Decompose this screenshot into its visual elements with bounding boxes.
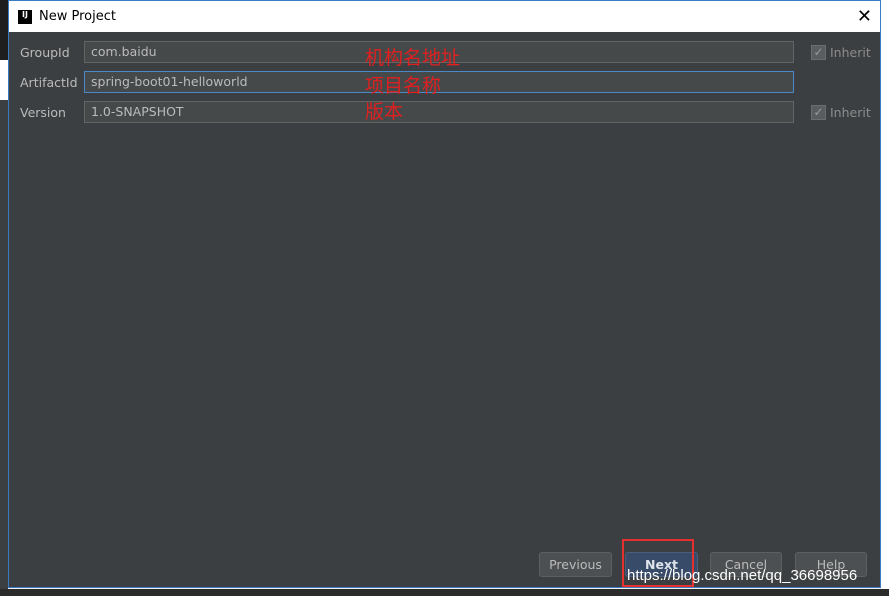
- group-id-inherit-label: Inherit: [830, 44, 871, 60]
- background-bottom: [0, 589, 889, 596]
- background-window: [0, 0, 8, 596]
- group-id-inherit-checkbox[interactable]: ✓: [811, 44, 826, 60]
- version-inherit-checkbox[interactable]: ✓: [811, 104, 826, 120]
- new-project-dialog: IJ New Project ✕ GroupId com.baidu ✓ Inh…: [8, 0, 881, 588]
- version-label: Version: [20, 104, 66, 120]
- intellij-logo-icon: IJ: [18, 9, 32, 24]
- artifact-id-label: ArtifactId: [20, 74, 78, 90]
- group-id-label: GroupId: [20, 44, 70, 60]
- version-input[interactable]: 1.0-SNAPSHOT: [84, 101, 794, 123]
- watermark: https://blog.csdn.net/qq_36698956: [627, 567, 858, 584]
- version-row: Version 1.0-SNAPSHOT ✓ Inherit: [9, 100, 880, 124]
- version-inherit-label: Inherit: [830, 104, 871, 120]
- artifact-id-row: ArtifactId spring-boot01-helloworld: [9, 70, 880, 94]
- annotation-group: 机构名地址: [365, 47, 461, 69]
- close-icon[interactable]: ✕: [857, 6, 872, 27]
- annotation-version: 版本: [365, 101, 404, 123]
- title-bar: IJ New Project ✕: [9, 1, 880, 32]
- previous-button[interactable]: Previous: [539, 552, 612, 577]
- background-window-right: [881, 0, 889, 596]
- dialog-title: New Project: [39, 9, 116, 24]
- annotation-artifact: 项目名称: [365, 75, 442, 97]
